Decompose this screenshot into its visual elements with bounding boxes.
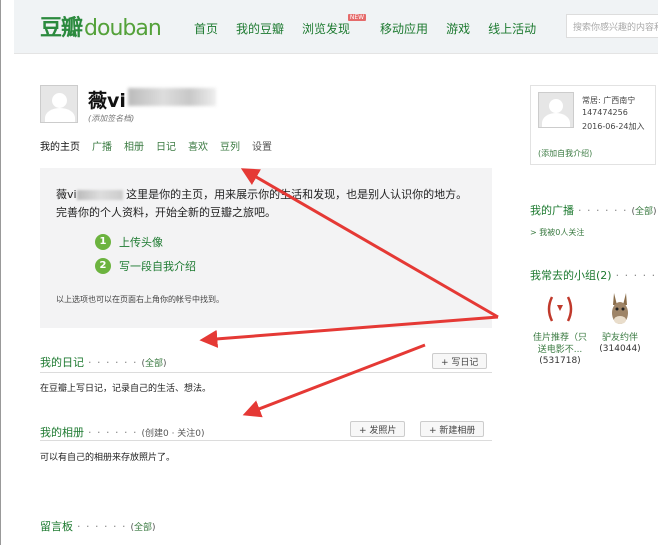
- album-section-title: 我的相册 · · · · · · (创建0 · 关注0): [40, 426, 205, 439]
- broadcast-all-link[interactable]: 全部: [635, 207, 653, 217]
- write-intro-step[interactable]: 2 写一段自我介绍: [95, 258, 196, 274]
- residence: 常居: 广西南宁: [582, 96, 636, 105]
- add-signature-link[interactable]: (添加签名档): [88, 113, 134, 124]
- top-navbar: 豆瓣douban 首页 我的豆瓣 浏览发现 NEW 移动应用 游戏 线上活动 搜索…: [14, 0, 658, 54]
- diary-all-link[interactable]: 全部: [145, 359, 163, 369]
- profile-tabs: 我的主页 广播 相册 日记 喜欢 豆列 设置: [40, 138, 284, 153]
- new-badge: NEW: [347, 14, 367, 21]
- divider: [40, 440, 492, 441]
- step-1-icon: 1: [95, 234, 111, 250]
- upload-avatar-step[interactable]: 1 上传头像: [95, 234, 163, 250]
- tab-my-home[interactable]: 我的主页: [40, 138, 80, 153]
- group-item[interactable]: 驴友约伴 (314044): [590, 290, 650, 354]
- intro-line-2: 完善你的个人资料，开始全新的豆瓣之旅吧。: [56, 206, 276, 219]
- nav-mobile-apps[interactable]: 移动应用: [380, 20, 428, 37]
- tab-diary[interactable]: 日记: [156, 138, 176, 153]
- logo-cn: 豆瓣: [40, 16, 83, 41]
- main-nav: 首页 我的豆瓣 浏览发现 NEW 移动应用 游戏 线上活动: [194, 14, 554, 37]
- tab-broadcast[interactable]: 广播: [92, 138, 112, 153]
- intro-line-1: 薇vi 这里是你的主页，用来展示你的生活和发现，也是别人认识你的地方。: [56, 188, 468, 201]
- tab-doulist[interactable]: 豆列: [220, 138, 240, 153]
- add-intro-link[interactable]: (添加自我介绍): [538, 148, 592, 159]
- join-date: 2016-06-24加入: [582, 122, 645, 131]
- nav-games[interactable]: 游戏: [446, 20, 470, 37]
- diary-description: 在豆瓣上写日记，记录自己的生活、想法。: [40, 384, 212, 394]
- donkey-icon: [601, 290, 639, 328]
- search-input[interactable]: 搜索你感兴趣的内容和人...: [566, 14, 658, 38]
- tab-settings[interactable]: 设置: [252, 138, 272, 153]
- film-group-icon: [541, 290, 579, 328]
- diary-section-title: 我的日记 · · · · · · (全部): [40, 356, 167, 369]
- board-section-title: 留言板 · · · · · · (全部): [40, 520, 156, 533]
- sidebar-avatar: [538, 92, 574, 128]
- nav-home[interactable]: 首页: [194, 20, 218, 37]
- nav-my-douban[interactable]: 我的豆瓣: [236, 20, 284, 37]
- user-id: 147474256: [582, 108, 628, 117]
- broadcast-title: 我的广播 · · · · · · (全部): [530, 204, 657, 217]
- avatar[interactable]: [40, 85, 78, 123]
- intro-hint: 以上选项也可以在页面右上角你的帐号中找到。: [56, 295, 224, 304]
- group-item[interactable]: 佳片推荐（只送电影不... (531718): [530, 290, 590, 366]
- write-diary-button[interactable]: + 写日记: [432, 353, 488, 369]
- groups-title: 我常去的小组(2)· · · · · ·: [530, 269, 658, 282]
- board-all-link[interactable]: 全部: [134, 523, 152, 533]
- tab-likes[interactable]: 喜欢: [188, 138, 208, 153]
- nav-online-events[interactable]: 线上活动: [488, 20, 536, 37]
- blurred-name: [128, 88, 216, 106]
- page-title: 薇vi: [88, 90, 126, 112]
- onboarding-box: 薇vi 这里是你的主页，用来展示你的生活和发现，也是别人认识你的地方。 完善你的…: [40, 168, 492, 328]
- tab-album[interactable]: 相册: [124, 138, 144, 153]
- divider: [40, 372, 492, 373]
- followers-link[interactable]: > 我被0人关注: [530, 227, 584, 238]
- new-album-button[interactable]: + 新建相册: [420, 421, 485, 437]
- step-2-icon: 2: [95, 258, 111, 274]
- upload-photo-button[interactable]: + 发照片: [350, 421, 406, 437]
- nav-explore[interactable]: 浏览发现 NEW: [302, 14, 367, 37]
- album-description: 可以有自己的相册来存放照片了。: [40, 453, 176, 463]
- logo-en: douban: [84, 16, 162, 41]
- douban-logo[interactable]: 豆瓣douban: [40, 10, 162, 42]
